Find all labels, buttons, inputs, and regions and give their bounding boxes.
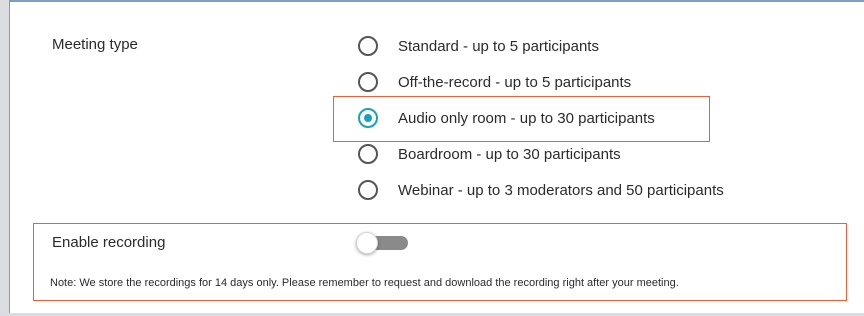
meeting-type-label: Meeting type	[52, 36, 138, 53]
radio-option-standard[interactable]: Standard - up to 5 participants	[358, 34, 599, 58]
radio-option-audio-only[interactable]: Audio only room - up to 30 participants	[358, 106, 655, 130]
toggle-thumb	[356, 232, 378, 254]
radio-button-icon[interactable]	[358, 72, 378, 92]
radio-option-label: Audio only room - up to 30 participants	[398, 109, 655, 127]
window-left-border	[0, 0, 10, 316]
radio-option-label: Webinar - up to 3 moderators and 50 part…	[398, 181, 724, 199]
recording-note: Note: We store the recordings for 14 day…	[50, 277, 679, 289]
radio-option-label: Boardroom - up to 30 participants	[398, 145, 621, 163]
radio-option-webinar[interactable]: Webinar - up to 3 moderators and 50 part…	[358, 178, 724, 202]
radio-dot-icon	[364, 114, 372, 122]
recording-toggle[interactable]	[356, 232, 410, 254]
radio-button-checked-icon[interactable]	[358, 108, 378, 128]
radio-option-label: Standard - up to 5 participants	[398, 37, 599, 55]
radio-button-icon[interactable]	[358, 144, 378, 164]
enable-recording-label: Enable recording	[52, 234, 166, 251]
radio-option-off-the-record[interactable]: Off-the-record - up to 5 participants	[358, 70, 631, 94]
radio-option-label: Off-the-record - up to 5 participants	[398, 73, 632, 91]
radio-button-icon[interactable]	[358, 180, 378, 200]
window-top-border	[0, 0, 864, 2]
radio-option-boardroom[interactable]: Boardroom - up to 30 participants	[358, 142, 621, 166]
radio-button-icon[interactable]	[358, 36, 378, 56]
